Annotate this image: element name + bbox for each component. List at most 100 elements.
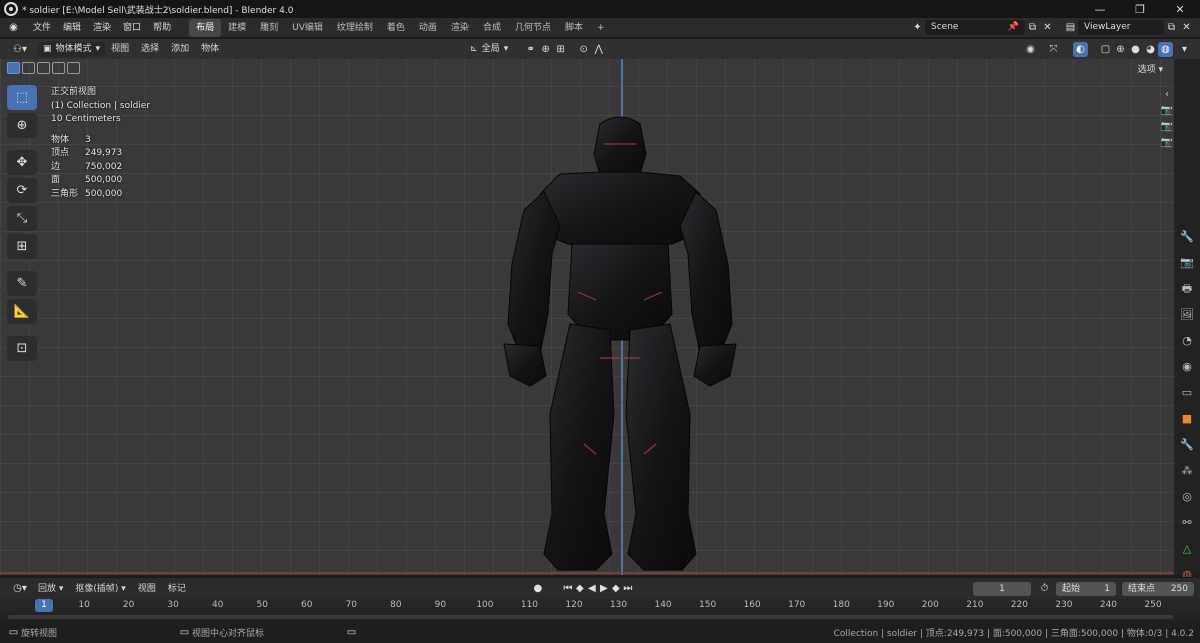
end-frame-field[interactable]: 结束点 250 <box>1122 581 1194 596</box>
scale-icon[interactable]: ⤡ <box>7 206 37 231</box>
add-cube-icon[interactable]: ⊡ <box>7 336 37 361</box>
tab-uv-editing[interactable]: UV编辑 <box>285 19 330 37</box>
timeline-scrollbar[interactable] <box>0 613 1200 621</box>
tab-geometry-nodes[interactable]: 几何节点 <box>508 19 558 37</box>
close-button[interactable]: ✕ <box>1160 3 1200 16</box>
blender-menu-icon[interactable]: ◉ <box>6 20 21 35</box>
current-frame-field[interactable]: 1 <box>973 581 1031 596</box>
minimize-button[interactable]: — <box>1080 3 1120 16</box>
pivot-icon[interactable]: ⚭ <box>523 42 538 57</box>
tab-modeling[interactable]: 建模 <box>221 19 253 37</box>
current-frame-indicator[interactable]: 1 <box>35 599 53 612</box>
tool-properties-icon[interactable]: 🔧 <box>1179 229 1195 245</box>
editor-type-icon[interactable]: ⚇▾ <box>8 42 32 57</box>
delete-scene-icon[interactable]: ✕ <box>1040 20 1055 35</box>
overlays-icon[interactable]: ◐ <box>1073 41 1088 57</box>
scrollbar-thumb[interactable] <box>8 615 1173 619</box>
select-intersect-icon[interactable] <box>67 62 80 74</box>
camera-icon[interactable]: 📷 <box>1160 121 1174 134</box>
menu-render[interactable]: 渲染 <box>87 18 117 38</box>
gizmo-icon[interactable]: ⤧ <box>1046 42 1061 57</box>
select-subtract-icon[interactable] <box>37 62 50 74</box>
measure-icon[interactable]: 📐 <box>7 299 37 324</box>
menu-help[interactable]: 帮助 <box>147 18 177 38</box>
physics-properties-icon[interactable]: ◎ <box>1179 489 1195 505</box>
render-properties-icon[interactable]: 📷 <box>1179 255 1195 271</box>
snap-icon[interactable]: ⊕ <box>538 42 553 57</box>
select-new-icon[interactable] <box>7 62 20 74</box>
tab-compositing[interactable]: 合成 <box>476 19 508 37</box>
falloff-icon[interactable]: ⋀ <box>591 42 606 57</box>
view-layer-field[interactable]: ViewLayer <box>1078 20 1164 35</box>
select-difference-icon[interactable] <box>52 62 65 74</box>
rotate-icon[interactable]: ⟳ <box>7 178 37 203</box>
delete-view-layer-icon[interactable]: ✕ <box>1179 20 1194 35</box>
tab-rendering[interactable]: 渲染 <box>444 19 476 37</box>
scene-field[interactable]: Scene 📌 <box>925 20 1025 35</box>
jump-prev-keyframe-icon[interactable]: ◆ <box>574 582 586 596</box>
tab-layout[interactable]: 布局 <box>189 18 222 37</box>
output-properties-icon[interactable]: 🖶 <box>1179 281 1195 297</box>
menu-file[interactable]: 文件 <box>27 18 57 38</box>
tab-animation[interactable]: 动画 <box>412 19 444 37</box>
play-icon[interactable]: ▶ <box>598 582 610 596</box>
pin-icon[interactable]: 📌 <box>1008 20 1019 35</box>
visibility-icon[interactable]: ◉ <box>1023 42 1038 57</box>
start-frame-field[interactable]: 起始 1 <box>1056 581 1116 596</box>
annotate-icon[interactable]: ✎ <box>7 271 37 296</box>
view-layer-properties-icon[interactable]: 🖼 <box>1179 307 1195 323</box>
collapse-arrow-icon[interactable]: ‹ <box>1160 89 1174 102</box>
menu-keying[interactable]: 抠像(插帧) ▾ <box>69 579 131 599</box>
material-shading-icon[interactable]: ◕ <box>1143 42 1158 57</box>
world-properties-icon[interactable]: ◉ <box>1179 359 1195 375</box>
mode-dropdown[interactable]: ▣ 物体模式 ▾ <box>38 41 106 57</box>
proportional-edit-icon[interactable]: ⊙ <box>576 42 591 57</box>
tab-sculpting[interactable]: 雕刻 <box>253 19 285 37</box>
menu-add[interactable]: 添加 <box>165 39 195 59</box>
snap-target-icon[interactable]: ⊞ <box>553 42 568 57</box>
shading-options-icon[interactable]: ▾ <box>1177 42 1192 57</box>
object-properties-icon[interactable]: ■ <box>1179 411 1195 427</box>
3d-viewport[interactable]: ⬚ ⊕ ✥ ⟳ ⤡ ⊞ ✎ 📐 ⊡ 正交前视图 (1) Collection |… <box>0 59 1174 575</box>
view-layer-icon[interactable]: ▤ <box>1063 20 1078 35</box>
cursor-tool-icon[interactable]: ⊕ <box>7 113 37 138</box>
solid-shading-icon[interactable]: ● <box>1128 42 1143 57</box>
transform-icon[interactable]: ⊞ <box>7 234 37 259</box>
frame-ruler[interactable]: 1110203040506070809010011012013014015016… <box>0 599 1200 613</box>
menu-edit[interactable]: 编辑 <box>57 18 87 38</box>
soldier-model[interactable] <box>500 114 740 574</box>
select-box-tool-icon[interactable]: ⬚ <box>7 85 37 110</box>
menu-view[interactable]: 视图 <box>105 39 135 59</box>
add-workspace-button[interactable]: + <box>590 19 612 37</box>
jump-start-icon[interactable]: ⏮ <box>562 582 574 596</box>
particles-properties-icon[interactable]: ⁂ <box>1179 463 1195 479</box>
wireframe-shading-icon[interactable]: ⊕ <box>1113 42 1128 57</box>
xray-icon[interactable]: ▢ <box>1098 42 1113 57</box>
modifier-properties-icon[interactable]: 🔧 <box>1179 437 1195 453</box>
play-reverse-icon[interactable]: ◀ <box>586 582 598 596</box>
constraints-properties-icon[interactable]: ⚯ <box>1179 515 1195 531</box>
rendered-shading-icon[interactable]: ◍ <box>1158 41 1173 57</box>
tab-shading[interactable]: 着色 <box>380 19 412 37</box>
orientation-dropdown[interactable]: ⊾ 全局 ▾ <box>465 42 513 57</box>
move-icon[interactable]: ✥ <box>7 150 37 175</box>
maximize-button[interactable]: ❐ <box>1120 3 1160 16</box>
stopwatch-icon[interactable]: ⏱ <box>1037 581 1052 596</box>
timeline-editor-icon[interactable]: ◷▾ <box>8 581 32 596</box>
menu-marker[interactable]: 标记 <box>162 579 192 599</box>
menu-playback[interactable]: 回放 ▾ <box>32 579 69 599</box>
camera-icon[interactable]: 📷 <box>1160 137 1174 150</box>
data-properties-icon[interactable]: △ <box>1179 541 1195 557</box>
jump-end-icon[interactable]: ⏭ <box>622 582 634 596</box>
record-icon[interactable]: ● <box>532 582 544 596</box>
scene-properties-icon[interactable]: ◔ <box>1179 333 1195 349</box>
camera-icon[interactable]: 📷 <box>1160 105 1174 118</box>
collection-properties-icon[interactable]: ▭ <box>1179 385 1195 401</box>
new-view-layer-icon[interactable]: ⧉ <box>1164 20 1179 35</box>
options-dropdown[interactable]: 选项 ▾ <box>1133 63 1168 77</box>
select-extend-icon[interactable] <box>22 62 35 74</box>
menu-window[interactable]: 窗口 <box>117 18 147 38</box>
menu-timeline-view[interactable]: 视图 <box>132 579 162 599</box>
scene-type-icon[interactable]: ✦ <box>910 20 925 35</box>
tab-texture-paint[interactable]: 纹理绘制 <box>330 19 380 37</box>
